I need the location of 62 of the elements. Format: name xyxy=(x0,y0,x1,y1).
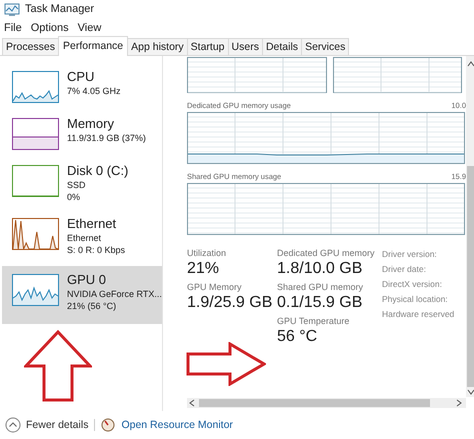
item-detail: SSD xyxy=(67,179,87,191)
tab[interactable]: Processes xyxy=(2,38,60,55)
stat-label: Utilization xyxy=(187,247,228,259)
sidebar-item[interactable]: Ethernet Ethernet S: 0 R: 0 Kbps xyxy=(2,213,162,259)
stat-value: 1.8/10.0 GB xyxy=(277,259,364,279)
item-name: GPU 0 xyxy=(67,272,108,288)
stat-label: Shared GPU memory xyxy=(277,281,364,293)
item-detail: 11.9/31.9 GB (37%) xyxy=(67,132,146,144)
item-detail: 0% xyxy=(67,191,82,203)
tab[interactable]: Users xyxy=(228,38,263,55)
arrow-up-icon xyxy=(24,330,92,402)
menu-item[interactable]: File xyxy=(4,22,22,34)
graph-thumbnail xyxy=(12,165,59,197)
app-icon xyxy=(4,2,20,16)
property-label: Driver version: xyxy=(382,248,438,261)
window-title: Task Manager xyxy=(25,3,94,15)
gauge-icon xyxy=(101,418,116,432)
graph-thumbnail xyxy=(12,218,59,250)
item-detail: Ethernet xyxy=(67,232,102,244)
graph-thumbnail xyxy=(12,71,59,103)
stat-value: 0.1/15.9 GB xyxy=(277,293,364,313)
stat-label: GPU Temperature xyxy=(277,315,350,327)
vertical-scrollbar[interactable] xyxy=(466,56,474,397)
item-name: Ethernet xyxy=(67,216,118,232)
scroll-up-icon xyxy=(467,61,474,67)
property-label: Driver date: xyxy=(382,263,427,276)
arrow-right-icon xyxy=(186,342,266,386)
menu-item[interactable]: View xyxy=(78,22,102,34)
property-label: Hardware reserved xyxy=(382,308,454,321)
sidebar-item[interactable]: GPU 0 NVIDIA GeForce RTX... 21% (56 °C) xyxy=(2,266,162,324)
scroll-right-icon xyxy=(456,399,462,407)
tab[interactable]: App history xyxy=(127,38,188,55)
item-name: Memory xyxy=(67,116,115,132)
item-detail: NVIDIA GeForce RTX... xyxy=(67,288,162,300)
item-detail: 21% (56 °C) xyxy=(67,300,118,312)
stat-value: 56 °C xyxy=(277,327,318,347)
sidebar-item[interactable]: Disk 0 (C:) SSD 0% xyxy=(2,160,162,206)
menu-item[interactable]: Options xyxy=(30,22,69,34)
item-name: CPU xyxy=(67,69,96,85)
scroll-left-icon xyxy=(189,399,195,407)
item-name: Disk 0 (C:) xyxy=(67,163,128,179)
resource-monitor-link[interactable]: Open Resource Monitor xyxy=(121,419,233,431)
property-label: DirectX version: xyxy=(382,278,443,291)
graph-thumbnail xyxy=(12,118,59,150)
sidebar-item[interactable]: CPU 7% 4.05 GHz xyxy=(2,66,162,106)
collapse-icon xyxy=(5,417,21,433)
sidebar-item[interactable]: Memory 11.9/31.9 GB (37%) xyxy=(2,113,162,153)
tab[interactable]: Startup xyxy=(186,38,229,55)
tab[interactable]: Performance xyxy=(58,36,128,56)
property-label: Physical location: xyxy=(382,293,449,306)
fewer-details-button[interactable]: Fewer details xyxy=(5,417,88,433)
tab[interactable]: Services xyxy=(301,38,350,55)
stat-value: 21% xyxy=(187,259,220,279)
stat-value: 1.9/25.9 GB xyxy=(187,293,274,313)
scroll-down-icon xyxy=(467,389,474,395)
tab[interactable]: Details xyxy=(262,38,302,55)
horizontal-scrollbar[interactable] xyxy=(187,398,466,408)
item-detail: 7% 4.05 GHz xyxy=(67,85,121,97)
graph-thumbnail xyxy=(12,274,59,306)
stat-label: GPU Memory xyxy=(187,281,243,293)
item-detail: S: 0 R: 0 Kbps xyxy=(67,244,126,256)
stat-label: Dedicated GPU memory xyxy=(277,247,376,259)
